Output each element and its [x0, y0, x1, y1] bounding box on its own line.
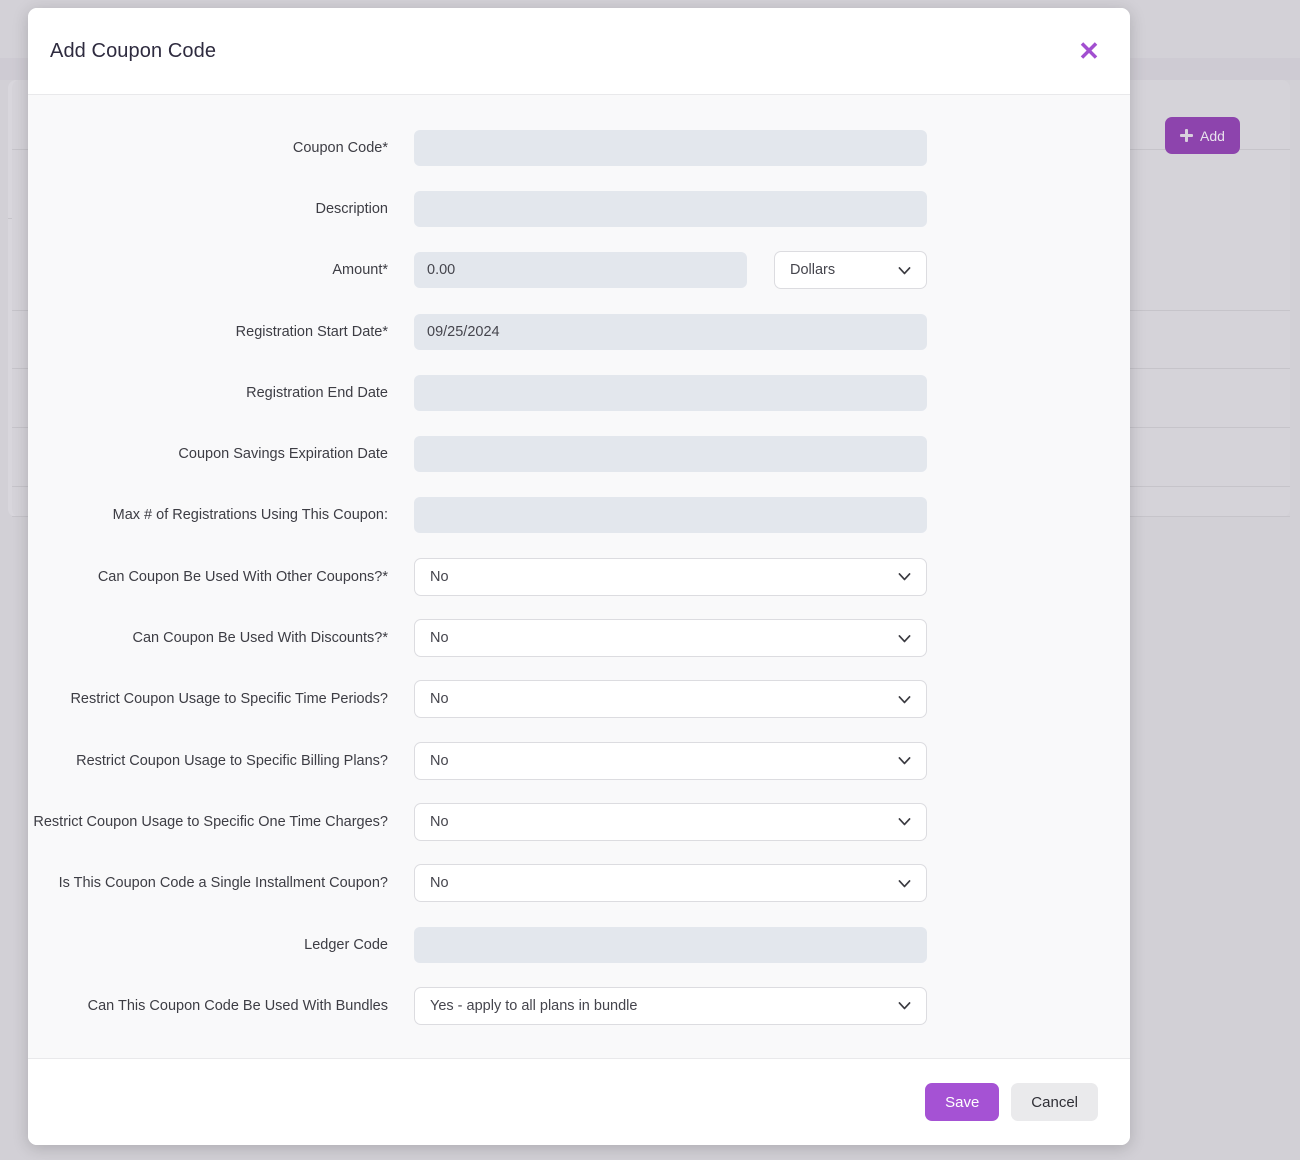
label-use-with-discounts: Can Coupon Be Used With Discounts?*: [132, 630, 389, 647]
background-add-button-label: Add: [1200, 127, 1225, 144]
dialog-body: Coupon Code* Description Amount* 0.00 Do…: [28, 95, 1130, 1058]
dialog-title: Add Coupon Code: [50, 39, 217, 62]
label-description: Description: [315, 200, 388, 217]
amount-input[interactable]: 0.00: [414, 252, 747, 289]
close-icon[interactable]: ✕: [1074, 36, 1104, 66]
chevron-down-icon: [896, 262, 913, 279]
max-registrations-input[interactable]: [414, 497, 927, 534]
form-row-single-installment: Is This Coupon Code a Single Installment…: [28, 853, 1130, 914]
form-row-description: Description: [28, 178, 1130, 239]
form-row-use-with-discounts: Can Coupon Be Used With Discounts?* No: [28, 607, 1130, 668]
background-add-button[interactable]: Add: [1165, 117, 1240, 154]
plus-icon: [1180, 129, 1194, 142]
use-with-other-coupons-select[interactable]: No: [414, 557, 927, 596]
use-with-bundles-select[interactable]: Yes - apply to all plans in bundle: [414, 986, 927, 1025]
restrict-time-periods-select[interactable]: No: [414, 680, 927, 719]
form-row-amount: Amount* 0.00 Dollars: [28, 240, 1130, 301]
single-installment-value: No: [430, 875, 449, 892]
use-with-bundles-value: Yes - apply to all plans in bundle: [430, 997, 638, 1014]
restrict-time-periods-value: No: [430, 691, 449, 708]
ledger-code-input[interactable]: [414, 926, 927, 963]
chevron-down-icon: [896, 752, 913, 769]
restrict-billing-plans-value: No: [430, 752, 449, 769]
form-row-use-with-other-coupons: Can Coupon Be Used With Other Coupons?* …: [28, 546, 1130, 607]
single-installment-select[interactable]: No: [414, 864, 927, 903]
form-row-coupon-savings-expiration-date: Coupon Savings Expiration Date: [28, 423, 1130, 484]
coupon-code-input[interactable]: [414, 129, 927, 166]
coupon-savings-expiration-date-input[interactable]: [414, 436, 927, 473]
description-input[interactable]: [414, 190, 927, 227]
form-row-max-registrations: Max # of Registrations Using This Coupon…: [28, 485, 1130, 546]
chevron-down-icon: [896, 875, 913, 892]
save-button[interactable]: Save: [925, 1083, 1000, 1121]
chevron-down-icon: [896, 691, 913, 708]
label-restrict-billing-plans: Restrict Coupon Usage to Specific Billin…: [76, 752, 388, 769]
label-restrict-one-time-charges: Restrict Coupon Usage to Specific One Ti…: [33, 813, 388, 830]
label-registration-end-date: Registration End Date: [246, 384, 388, 401]
label-max-registrations: Max # of Registrations Using This Coupon…: [112, 507, 388, 524]
form-row-ledger-code: Ledger Code: [28, 914, 1130, 975]
registration-end-date-input[interactable]: [414, 374, 927, 411]
label-ledger-code: Ledger Code: [304, 936, 388, 953]
use-with-discounts-value: No: [430, 630, 449, 647]
cancel-button[interactable]: Cancel: [1011, 1083, 1098, 1121]
label-coupon-code: Coupon Code*: [292, 139, 388, 156]
form-row-restrict-billing-plans: Restrict Coupon Usage to Specific Billin…: [28, 730, 1130, 791]
chevron-down-icon: [896, 813, 913, 830]
form-row-coupon-code: Coupon Code*: [28, 117, 1130, 178]
amount-unit-select[interactable]: Dollars: [774, 251, 927, 290]
form-row-registration-end-date: Registration End Date: [28, 362, 1130, 423]
label-use-with-other-coupons: Can Coupon Be Used With Other Coupons?*: [97, 568, 388, 585]
restrict-one-time-charges-value: No: [430, 813, 449, 830]
form-row-restrict-time-periods: Restrict Coupon Usage to Specific Time P…: [28, 669, 1130, 730]
use-with-discounts-select[interactable]: No: [414, 619, 927, 658]
label-restrict-time-periods: Restrict Coupon Usage to Specific Time P…: [70, 691, 388, 708]
label-use-with-bundles: Can This Coupon Code Be Used With Bundle…: [87, 997, 388, 1014]
chevron-down-icon: [896, 997, 913, 1014]
label-registration-start-date: Registration Start Date*: [235, 323, 388, 340]
form-row-use-with-bundles: Can This Coupon Code Be Used With Bundle…: [28, 975, 1130, 1036]
form-row-restrict-one-time-charges: Restrict Coupon Usage to Specific One Ti…: [28, 791, 1130, 852]
chevron-down-icon: [896, 568, 913, 585]
registration-start-date-input[interactable]: 09/25/2024: [414, 313, 927, 350]
form-row-registration-start-date: Registration Start Date* 09/25/2024: [28, 301, 1130, 362]
dialog-header: Add Coupon Code ✕: [28, 8, 1130, 95]
label-single-installment: Is This Coupon Code a Single Installment…: [58, 875, 388, 892]
use-with-other-coupons-value: No: [430, 568, 449, 585]
chevron-down-icon: [896, 630, 913, 647]
label-amount: Amount*: [332, 262, 388, 279]
add-coupon-code-dialog: Add Coupon Code ✕ Coupon Code* Descripti…: [28, 8, 1130, 1145]
dialog-footer: Save Cancel: [28, 1058, 1130, 1145]
restrict-billing-plans-select[interactable]: No: [414, 741, 927, 780]
restrict-one-time-charges-select[interactable]: No: [414, 802, 927, 841]
amount-unit-select-value: Dollars: [790, 262, 836, 279]
label-coupon-savings-expiration-date: Coupon Savings Expiration Date: [178, 446, 388, 463]
